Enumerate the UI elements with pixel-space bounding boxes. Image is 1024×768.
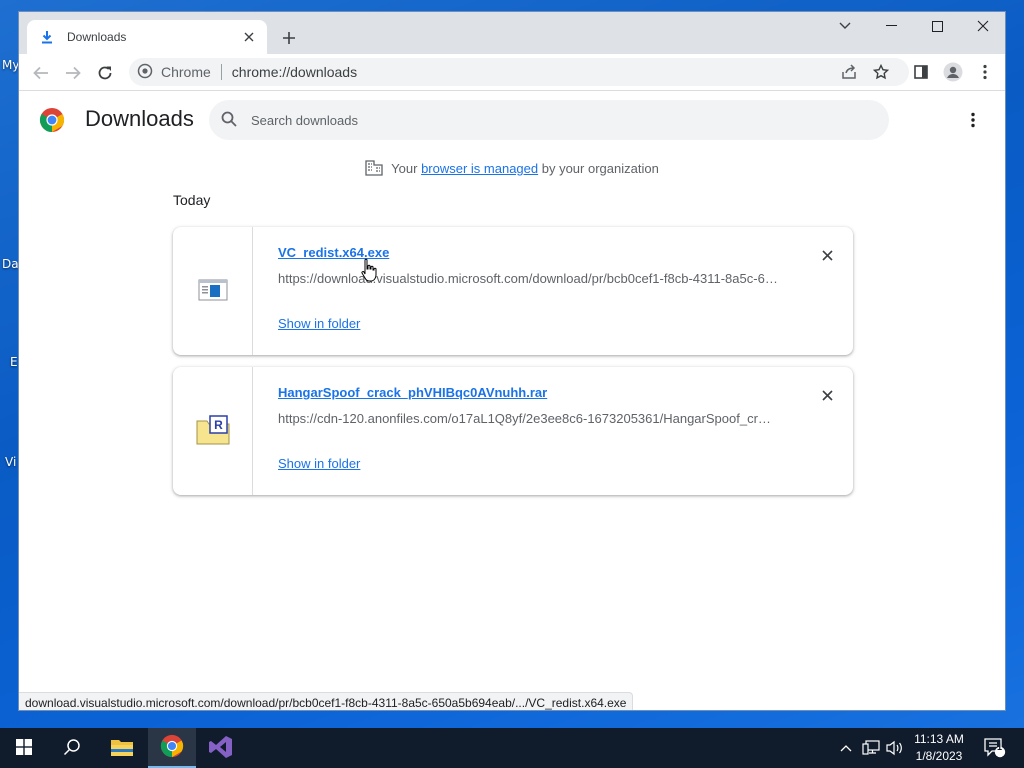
remove-download-icon[interactable] (815, 383, 839, 407)
chrome-site-icon (137, 63, 153, 82)
new-tab-button[interactable] (277, 26, 301, 50)
system-clock[interactable]: 11:13 AM 1/8/2023 (906, 731, 972, 765)
folder-icon (110, 737, 134, 760)
site-chip: Chrome (161, 64, 211, 80)
side-panel-icon[interactable] (907, 58, 935, 86)
search-input[interactable] (251, 112, 851, 128)
building-icon (365, 160, 383, 179)
tab-search-icon[interactable] (822, 12, 868, 40)
close-window-icon[interactable] (960, 12, 1005, 40)
more-actions-icon[interactable] (961, 108, 985, 132)
taskbar: 11:13 AM 1/8/2023 1 (0, 728, 1024, 768)
browser-managed-link[interactable]: browser is managed (421, 161, 538, 176)
download-source-url[interactable]: https://download.visualstudio.microsoft.… (278, 271, 778, 286)
tab-strip: Downloads (19, 12, 1005, 54)
taskbar-file-explorer[interactable] (98, 728, 146, 768)
hand-cursor-icon (361, 258, 377, 282)
network-icon[interactable] (860, 728, 882, 768)
managed-prefix: Your (391, 161, 422, 176)
installer-file-icon (198, 278, 228, 305)
clock-date: 1/8/2023 (915, 749, 963, 763)
search-icon (63, 738, 81, 759)
clock-time: 11:13 AM (914, 732, 964, 746)
search-bar[interactable] (209, 100, 889, 140)
download-item: R HangarSpoof_crack_phVHIBqc0AVnuhh.rar … (173, 367, 853, 495)
forward-icon[interactable] (59, 59, 87, 87)
chrome-logo-icon (39, 108, 65, 132)
download-item-icon-column: R (173, 367, 253, 495)
download-item-icon-column (173, 227, 253, 355)
minimize-icon[interactable] (868, 12, 914, 40)
status-bubble: download.visualstudio.microsoft.com/down… (19, 692, 634, 710)
remove-download-icon[interactable] (815, 243, 839, 267)
show-hidden-icons[interactable] (836, 728, 856, 768)
chrome-logo-icon (160, 734, 184, 761)
downloads-header: Downloads (19, 92, 1005, 148)
address-bar[interactable]: Chrome chrome://downloads (129, 58, 909, 86)
taskbar-search-button[interactable] (48, 728, 96, 768)
reload-icon[interactable] (91, 59, 119, 87)
maximize-icon[interactable] (914, 12, 960, 40)
windows-logo-icon (16, 738, 32, 758)
tab-title: Downloads (67, 30, 127, 44)
download-source-url[interactable]: https://cdn-120.anonfiles.com/o17aL1Q8yf… (278, 411, 778, 426)
show-in-folder-link[interactable]: Show in folder (278, 456, 360, 471)
download-icon (39, 29, 55, 45)
desktop-icon-label[interactable]: E (10, 355, 18, 369)
notification-count-badge: 1 (997, 742, 1003, 752)
url-text[interactable]: chrome://downloads (232, 64, 357, 80)
date-section-label: Today (173, 192, 211, 208)
browser-window: Downloads Chrome chrome://downloads Down… (18, 11, 1006, 711)
visual-studio-icon (209, 735, 233, 762)
close-tab-icon[interactable] (239, 27, 259, 47)
rar-archive-icon: R (196, 414, 230, 448)
omnibox-divider (220, 64, 222, 80)
search-icon (221, 111, 237, 130)
browser-toolbar: Chrome chrome://downloads (19, 54, 1005, 91)
download-item: VC_redist.x64.exe https://download.visua… (173, 227, 853, 355)
page-title: Downloads (85, 106, 194, 131)
chrome-menu-icon[interactable] (971, 58, 999, 86)
taskbar-chrome[interactable] (148, 728, 196, 768)
notification-center-button[interactable]: 1 (980, 728, 1010, 768)
downloads-page: Downloads Your browser is managed by you… (19, 92, 1005, 710)
tab-downloads[interactable]: Downloads (27, 20, 267, 54)
volume-icon[interactable] (884, 728, 906, 768)
share-icon[interactable] (835, 58, 863, 86)
download-file-link[interactable]: HangarSpoof_crack_phVHIBqc0AVnuhh.rar (278, 385, 547, 400)
svg-text:R: R (214, 418, 223, 432)
profile-avatar-icon[interactable] (939, 58, 967, 86)
desktop-icon-label[interactable]: My (2, 58, 19, 72)
desktop-icon-label[interactable]: Vi (5, 455, 16, 469)
start-button[interactable] (0, 728, 48, 768)
back-icon[interactable] (27, 59, 55, 87)
managed-suffix: by your organization (538, 161, 659, 176)
taskbar-visual-studio[interactable] (197, 728, 245, 768)
bookmark-star-icon[interactable] (867, 58, 895, 86)
desktop-icon-label[interactable]: Da (2, 257, 19, 271)
show-in-folder-link[interactable]: Show in folder (278, 316, 360, 331)
managed-notice: Your browser is managed by your organiza… (19, 160, 1005, 179)
